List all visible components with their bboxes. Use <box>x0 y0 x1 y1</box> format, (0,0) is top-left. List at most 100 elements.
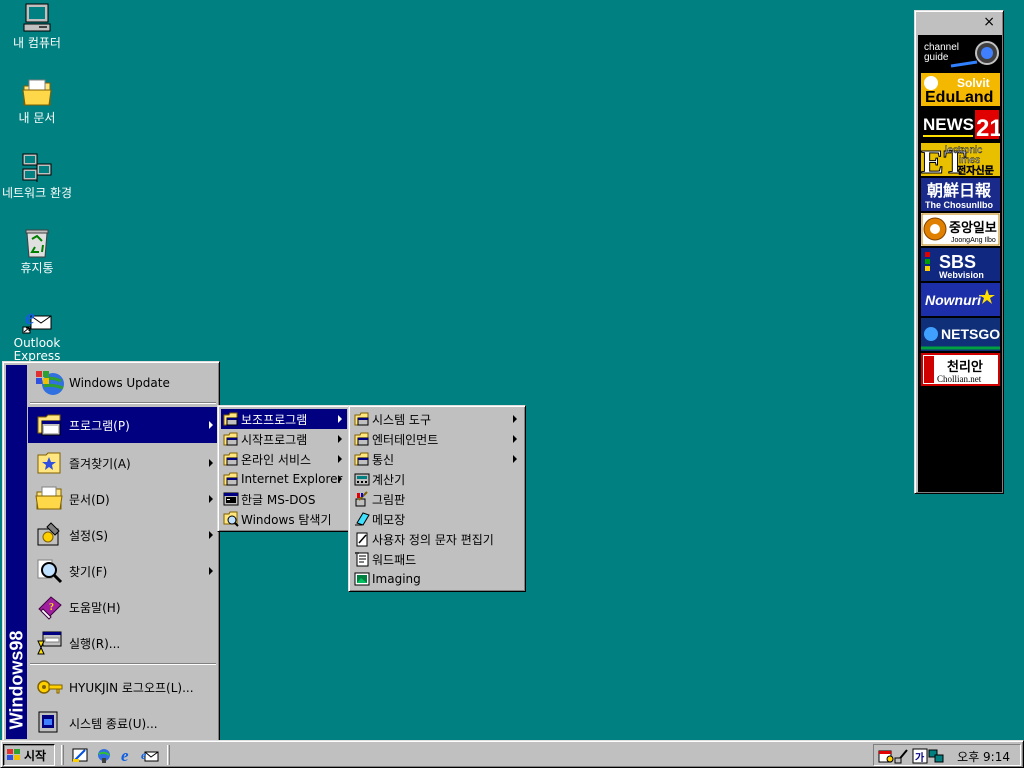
svg-text:중앙일보: 중앙일보 <box>949 220 997 236</box>
programs-item-internet-explorer[interactable]: Internet Explorer <box>221 469 347 489</box>
clock[interactable]: 오후 9:14 <box>957 748 1010 765</box>
start-item-label: 프로그램(P) <box>69 418 130 433</box>
svg-text:?: ? <box>49 602 54 613</box>
start-item-run[interactable]: 실행(R)... <box>28 625 218 661</box>
programs-item-accessories[interactable]: 보조프로그램 <box>221 409 347 429</box>
start-item-shutdown[interactable]: 시스템 종료(U)... <box>28 705 218 741</box>
chollian-icon[interactable]: 천리안 Chollian.net <box>921 353 1000 386</box>
accessories-item-paint[interactable]: 그림판 <box>352 489 522 509</box>
ime-icon[interactable]: 가 <box>912 748 928 764</box>
documents-icon <box>35 485 65 513</box>
svg-text:imes: imes <box>959 155 980 166</box>
menu-item-label: Windows 탐색기 <box>241 512 332 527</box>
paint-icon <box>354 491 370 507</box>
start-item-windows-update[interactable]: Windows Update <box>28 365 218 401</box>
start-item-label: 설정(S) <box>69 528 109 543</box>
start-item-logoff[interactable]: HYUKJIN 로그오프(L)... <box>28 669 218 705</box>
network-icon[interactable] <box>928 748 944 764</box>
accessories-item-character-editor[interactable]: 사용자 정의 문자 편집기 <box>352 529 522 549</box>
accessories-item-calculator[interactable]: 계산기 <box>352 469 522 489</box>
logoff-icon <box>35 673 65 701</box>
start-menu-sidebar: Windows98 <box>6 365 27 739</box>
news21-icon[interactable]: NEWS 21 <box>921 108 1000 141</box>
menu-item-label: 엔터테인먼트 <box>372 432 439 447</box>
electronic-times-icon[interactable]: ET lectronic imes 전자신문 <box>921 143 1000 176</box>
notepad-icon <box>354 511 370 527</box>
svg-text:e: e <box>141 748 147 762</box>
shutdown-icon <box>35 709 65 737</box>
svg-text:전자신문: 전자신문 <box>957 164 994 176</box>
desktop-icon-recycle-bin[interactable]: 휴지통 <box>0 227 74 275</box>
programs-item-ms-dos[interactable]: 한글 MS-DOS <box>221 489 347 509</box>
submenu-arrow-icon <box>209 459 213 467</box>
toolbar-grip[interactable] <box>61 745 64 765</box>
accessories-item-system-tools[interactable]: 시스템 도구 <box>352 409 522 429</box>
start-item-documents[interactable]: 문서(D) <box>28 481 218 517</box>
menu-item-label: 시작프로그램 <box>241 432 308 447</box>
start-item-label: 시스템 종료(U)... <box>69 716 158 731</box>
menu-item-label: 한글 MS-DOS <box>241 492 316 507</box>
close-icon[interactable]: × <box>983 15 995 29</box>
menu-item-label: 메모장 <box>372 512 406 527</box>
start-menu-banner: Windows98 <box>6 630 27 730</box>
nownuri-icon[interactable]: Nownuri <box>921 283 1000 316</box>
outlook-icon[interactable]: e <box>141 746 159 764</box>
programs-item-startup[interactable]: 시작프로그램 <box>221 429 347 449</box>
svg-text:SBS: SBS <box>939 252 976 272</box>
scheduler-icon[interactable] <box>878 748 894 764</box>
sbs-icon[interactable]: SBS Webvision <box>921 248 1000 281</box>
svg-text:Webvision: Webvision <box>939 270 984 280</box>
start-item-favorites[interactable]: 즐겨찾기(A) <box>28 445 218 481</box>
programs-item-online-services[interactable]: 온라인 서비스 <box>221 449 347 469</box>
folder-icon <box>354 431 370 447</box>
folder-icon <box>223 431 239 447</box>
svg-text:가: 가 <box>915 751 925 764</box>
start-item-find[interactable]: 찾기(F) <box>28 553 218 589</box>
submenu-arrow-icon <box>209 567 213 575</box>
desktop-icon-network[interactable]: 네트워크 환경 <box>0 152 74 200</box>
desktop-icon-label: 네트워크 환경 <box>1 186 73 200</box>
menu-item-label: Internet Explorer <box>241 472 343 486</box>
character-editor-icon <box>354 531 370 547</box>
desktop-icon-my-computer[interactable]: 내 컴퓨터 <box>0 2 74 50</box>
eduland-icon[interactable]: Solvit EduLand <box>921 73 1000 106</box>
accessories-item-entertainment[interactable]: 엔터테인먼트 <box>352 429 522 449</box>
folder-icon <box>223 451 239 467</box>
folder-icon <box>223 471 239 487</box>
channel-guide-icon[interactable]: channel guide <box>921 38 1000 71</box>
desktop-icon-label: 휴지통 <box>20 261 54 275</box>
start-item-label: 도움말(H) <box>69 600 121 615</box>
separator <box>30 402 216 404</box>
show-desktop-icon[interactable] <box>71 746 89 764</box>
svg-text:Nownuri: Nownuri <box>925 292 982 308</box>
ms-dos-icon <box>223 491 239 507</box>
desktop-icon-outlook-express[interactable]: e Outlook Express <box>0 302 74 363</box>
internet-explorer-icon[interactable] <box>95 746 113 764</box>
start-item-help[interactable]: ? 도움말(H) <box>28 589 218 625</box>
netsgo-icon[interactable]: NETSGO <box>921 318 1000 351</box>
imaging-icon <box>354 571 370 587</box>
desktop-icon-label: 내 문서 <box>18 111 56 125</box>
accessories-item-imaging[interactable]: Imaging <box>352 569 522 589</box>
accessories-item-communications[interactable]: 통신 <box>352 449 522 469</box>
submenu-arrow-icon <box>338 455 342 463</box>
desktop-icon-my-documents[interactable]: 내 문서 <box>0 77 74 125</box>
my-computer-icon <box>21 2 53 34</box>
taskbar: 시작 e e 가 오후 9:14 <box>0 740 1024 768</box>
joongang-ilbo-icon[interactable]: 중앙일보 JoongAng Ilbo <box>921 213 1000 246</box>
programs-item-explorer[interactable]: Windows 탐색기 <box>221 509 347 529</box>
toolbar-grip[interactable] <box>167 745 170 765</box>
start-item-programs[interactable]: 프로그램(P) <box>28 407 218 443</box>
chosun-ilbo-icon[interactable]: 朝鮮日報 The ChosunIlbo <box>921 178 1000 211</box>
separator <box>30 663 216 665</box>
ie-browser-icon[interactable]: e <box>119 746 137 765</box>
svg-text:朝鮮日報: 朝鮮日報 <box>927 181 992 200</box>
start-item-settings[interactable]: 설정(S) <box>28 517 218 553</box>
svg-text:The ChosunIlbo: The ChosunIlbo <box>925 200 993 210</box>
accessories-item-notepad[interactable]: 메모장 <box>352 509 522 529</box>
pen-icon[interactable] <box>894 748 910 764</box>
favorites-icon <box>35 449 65 477</box>
menu-item-label: 온라인 서비스 <box>241 452 312 467</box>
start-button[interactable]: 시작 <box>3 744 55 766</box>
accessories-item-wordpad[interactable]: 워드패드 <box>352 549 522 569</box>
